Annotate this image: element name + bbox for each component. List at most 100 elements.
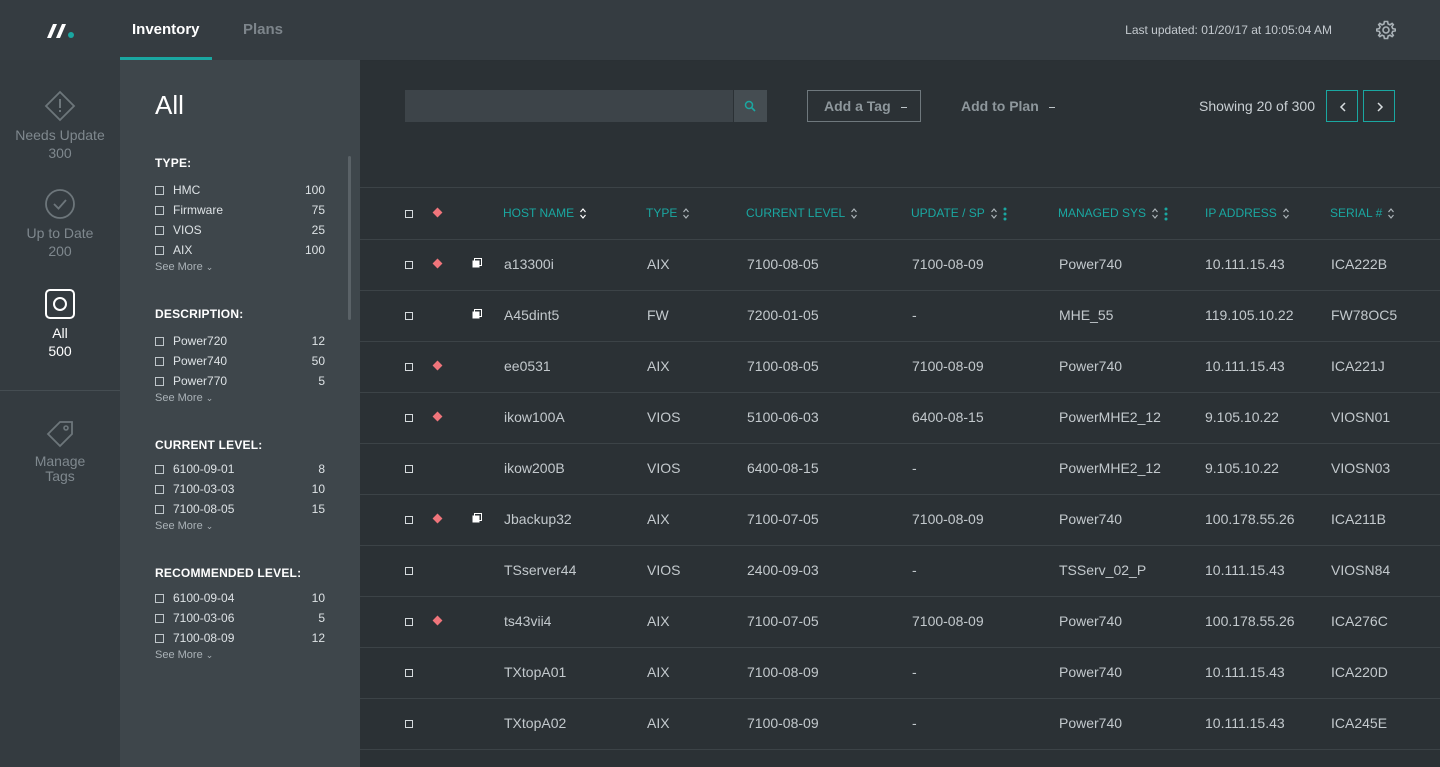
filter-option[interactable]: 6100-09-01 8 [155, 459, 325, 479]
filter-option[interactable]: HMC 100 [155, 180, 325, 200]
filter-option[interactable]: 7100-03-03 10 [155, 479, 325, 499]
table-row[interactable]: a13300i AIX 7100-08-05 7100-08-09 Power740 10… [360, 239, 1440, 291]
filter-option-label: 7100-03-06 [173, 611, 235, 625]
row-checkbox[interactable] [405, 312, 413, 320]
column-ip-address[interactable]: IP ADDRESS [1205, 188, 1289, 239]
cell-type: AIX [647, 256, 670, 272]
rail-item-manage-tags[interactable]: Manage Tags [0, 418, 120, 484]
tab-inventory[interactable]: Inventory [120, 0, 211, 60]
table-row[interactable]: ts43vii4 AIX 7100-07-05 7100-08-09 Power740 1… [360, 596, 1440, 648]
prev-page-button[interactable] [1326, 90, 1358, 122]
column-type[interactable]: TYPE [646, 188, 690, 239]
search-button[interactable] [734, 90, 767, 122]
filter-option[interactable]: AIX 100 [155, 240, 325, 260]
checkbox[interactable] [155, 246, 164, 255]
filter-option-count: 15 [311, 502, 325, 516]
search-input[interactable] [405, 90, 733, 122]
checkbox[interactable] [155, 634, 164, 643]
row-checkbox[interactable] [405, 261, 413, 269]
row-checkbox[interactable] [405, 669, 413, 677]
checkbox[interactable] [155, 357, 164, 366]
filter-option[interactable]: 6100-09-04 10 [155, 588, 325, 608]
filter-option[interactable]: Power720 12 [155, 331, 325, 351]
copy-icon[interactable] [472, 513, 482, 523]
gear-icon[interactable] [1375, 19, 1397, 41]
cell-update-sp: 7100-08-09 [912, 613, 984, 629]
table-row[interactable]: ikow200B VIOS 6400-08-15 - PowerMHE2_12 9.105… [360, 443, 1440, 495]
filter-option-label: 6100-09-01 [173, 462, 235, 476]
filter-option[interactable]: 7100-03-06 5 [155, 608, 325, 628]
column-serial[interactable]: SERIAL # [1330, 188, 1395, 239]
cell-host-name[interactable]: TSserver44 [504, 545, 576, 596]
copy-icon[interactable] [472, 258, 482, 268]
filter-option[interactable]: 7100-08-05 15 [155, 499, 325, 519]
filter-option[interactable]: Firmware 75 [155, 200, 325, 220]
cell-host-name[interactable]: A45dint5 [504, 290, 559, 341]
column-menu-icon[interactable] [1003, 207, 1007, 221]
see-more-link[interactable]: See More ⌄ [155, 392, 325, 404]
checkbox[interactable] [155, 465, 164, 474]
filter-option[interactable]: 7100-08-09 12 [155, 628, 325, 648]
see-more-link[interactable]: See More ⌄ [155, 261, 325, 273]
see-more-link[interactable]: See More ⌄ [155, 649, 325, 661]
column-update-sp[interactable]: UPDATE / SP [911, 188, 1007, 239]
row-checkbox[interactable] [405, 567, 413, 575]
filter-option[interactable]: VIOS 25 [155, 220, 325, 240]
needs-update-indicator [432, 360, 443, 371]
checkbox[interactable] [155, 186, 164, 195]
filter-option[interactable]: Power770 5 [155, 371, 325, 391]
table-row[interactable]: ee0531 AIX 7100-08-05 7100-08-09 Power740 10.… [360, 341, 1440, 393]
rail-item-up-to-date[interactable]: Up to Date 200 [0, 188, 120, 260]
checkbox[interactable] [155, 505, 164, 514]
row-checkbox[interactable] [405, 465, 413, 473]
row-checkbox[interactable] [405, 618, 413, 626]
column-managed-sys[interactable]: MANAGED SYS [1058, 188, 1168, 239]
column-host-name[interactable]: HOST NAME [503, 188, 587, 239]
row-checkbox[interactable] [405, 720, 413, 728]
checkbox[interactable] [155, 377, 164, 386]
checkbox[interactable] [155, 337, 164, 346]
cell-host-name[interactable]: TXtopA02 [504, 698, 566, 749]
table-row[interactable]: Jbackup32 AIX 7100-07-05 7100-08-09 Power740… [360, 494, 1440, 546]
cell-host-name[interactable]: ikow200B [504, 443, 565, 494]
cell-host-name[interactable]: a13300i [504, 239, 554, 290]
table-row[interactable]: TXtopA02 AIX 7100-08-09 - Power740 10.111.15.… [360, 698, 1440, 750]
tab-plans[interactable]: Plans [243, 0, 283, 60]
dropdown-caret-icon [1048, 106, 1055, 108]
cell-host-name[interactable]: Jbackup32 [504, 494, 572, 545]
column-current-level[interactable]: CURRENT LEVEL [746, 188, 858, 239]
cell-host-name[interactable]: ee0531 [504, 341, 551, 392]
checkbox[interactable] [155, 485, 164, 494]
checkbox[interactable] [155, 226, 164, 235]
table-row[interactable]: TXtopA01 AIX 7100-08-09 - Power740 10.111.15.… [360, 647, 1440, 699]
filter-option-label: Power740 [173, 354, 228, 368]
table-row[interactable]: A45dint5 FW 7200-01-05 - MHE_55 119.105.10.22… [360, 290, 1440, 342]
cell-host-name[interactable]: TXtopA01 [504, 647, 566, 698]
rail-item-needs-update[interactable]: Needs Update 300 [0, 90, 120, 162]
cell-serial: FW78OC5 [1331, 307, 1398, 323]
filter-option[interactable]: Power740 50 [155, 351, 325, 371]
checkbox[interactable] [155, 614, 164, 623]
row-checkbox[interactable] [405, 516, 413, 524]
rail-item-all[interactable]: All 500 [0, 288, 120, 360]
select-all-checkbox[interactable] [405, 210, 413, 218]
row-checkbox[interactable] [405, 414, 413, 422]
cell-host-name[interactable]: ikow100A [504, 392, 565, 443]
add-to-plan-dropdown[interactable]: Add to Plan [961, 90, 1055, 122]
table-row[interactable]: TSserver44 VIOS 2400-09-03 - TSServ_02_P 10.1… [360, 545, 1440, 597]
table-row[interactable]: ikow100A VIOS 5100-06-03 6400-08-15 PowerMHE… [360, 392, 1440, 444]
column-menu-icon[interactable] [1164, 207, 1168, 221]
cell-host-name[interactable]: ts43vii4 [504, 596, 551, 647]
checkbox[interactable] [155, 594, 164, 603]
copy-icon[interactable] [472, 309, 482, 319]
row-checkbox[interactable] [405, 363, 413, 371]
checkbox[interactable] [155, 206, 164, 215]
see-more-link[interactable]: See More ⌄ [155, 520, 325, 532]
rail-label: Manage Tags [34, 453, 86, 484]
chevron-down-icon: ⌄ [205, 262, 214, 272]
alert-diamond-icon [44, 90, 76, 122]
next-page-button[interactable] [1363, 90, 1395, 122]
filter-scrollbar[interactable] [348, 156, 351, 320]
app-logo-icon[interactable] [44, 20, 78, 42]
add-tag-dropdown[interactable]: Add a Tag [807, 90, 921, 122]
